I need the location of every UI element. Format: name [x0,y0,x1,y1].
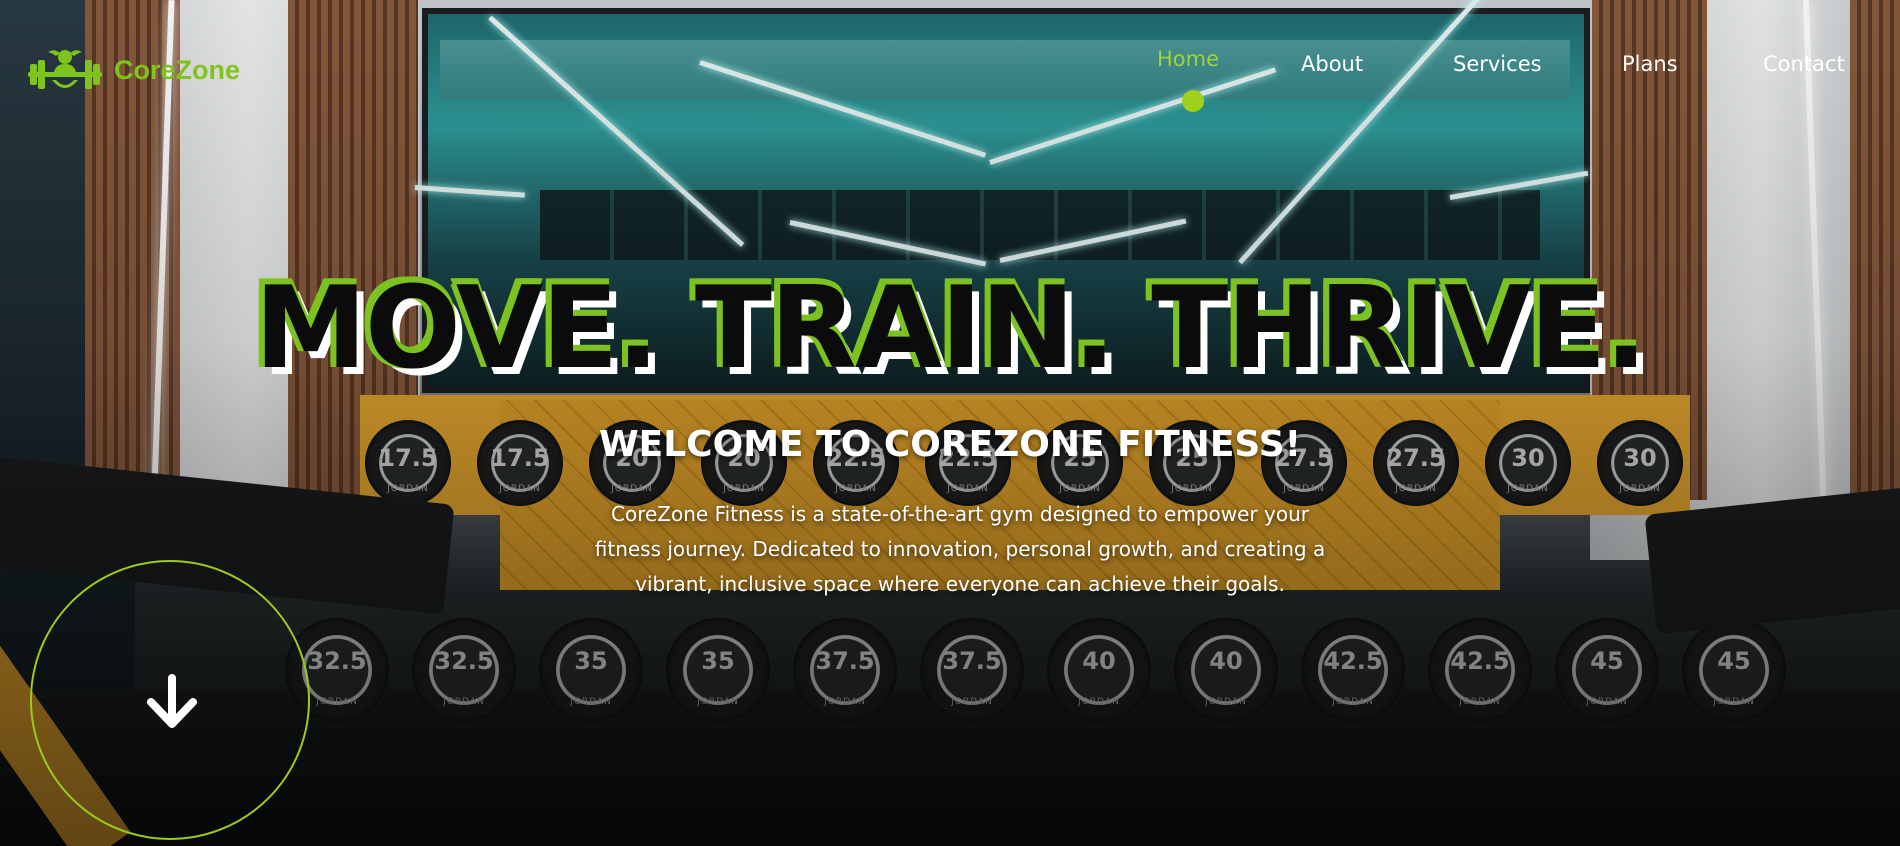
hero-section: 17.5JORDAN17.5JORDAN20JORDAN20JORDAN22.5… [0,0,1900,846]
nav-link-home[interactable]: Home [1157,47,1219,71]
arrow-down-icon[interactable] [137,672,207,732]
hero-subheading: WELCOME TO COREZONE FITNESS! [598,424,1302,465]
active-nav-indicator [1182,90,1204,112]
main-nav: Home About Services Plans Contact [0,47,1900,92]
nav-link-services[interactable]: Services [1453,52,1542,76]
hero-description: CoreZone Fitness is a state-of-the-art g… [594,502,1326,596]
nav-link-contact[interactable]: Contact [1763,52,1845,76]
nav-link-plans[interactable]: Plans [1622,52,1678,76]
nav-link-about[interactable]: About [1301,52,1363,76]
hero-headline: MOVE. TRAIN. THRIVE. [254,262,1647,394]
